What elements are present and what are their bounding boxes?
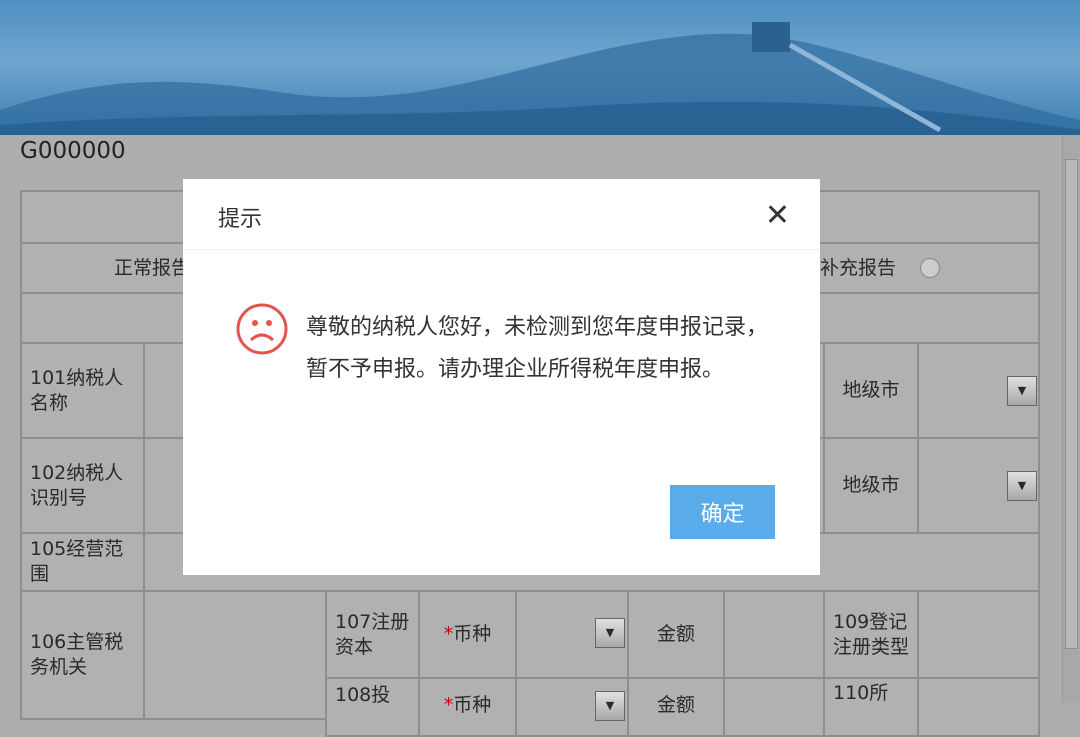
- dialog-title: 提示: [183, 179, 820, 250]
- label-101: 101纳税人名称: [20, 342, 145, 439]
- label-107: 107注册资本: [325, 590, 420, 679]
- currency-select-107[interactable]: ▼: [515, 590, 629, 679]
- amount-label-107: 金额: [627, 590, 725, 679]
- amount-input-108[interactable]: [723, 677, 825, 737]
- supplement-report-radio[interactable]: [920, 258, 940, 278]
- confirm-button[interactable]: 确定: [670, 485, 775, 539]
- label-106: 106主管税务机关: [20, 590, 145, 720]
- dialog-message: 尊敬的纳税人您好，未检测到您年度申报记录，暂不予申报。请办理企业所得税年度申报。: [306, 307, 776, 391]
- tax-authority-value: [143, 590, 327, 720]
- value-110[interactable]: [917, 677, 1040, 737]
- city-label-1: 地级市: [823, 342, 919, 439]
- great-wall-image: [0, 0, 1080, 135]
- chevron-down-icon[interactable]: ▼: [1007, 376, 1037, 406]
- currency-select-108[interactable]: ▼: [515, 677, 629, 737]
- close-icon[interactable]: ✕: [765, 201, 790, 231]
- city-label-2: 地级市: [823, 437, 919, 534]
- sad-face-icon: [235, 302, 289, 356]
- chevron-down-icon[interactable]: ▼: [595, 691, 625, 721]
- label-109: 109登记注册类型: [823, 590, 919, 679]
- registration-type-value[interactable]: [917, 590, 1040, 679]
- normal-report-label: 正常报告: [114, 256, 190, 281]
- chevron-down-icon[interactable]: ▼: [595, 618, 625, 648]
- currency-label-108: *币种: [418, 677, 517, 737]
- label-108: 108投: [325, 677, 420, 737]
- city-select-1[interactable]: ▼: [917, 342, 1040, 439]
- amount-input-107[interactable]: [723, 590, 825, 679]
- currency-label-107: *币种: [418, 590, 517, 679]
- chevron-down-icon[interactable]: ▼: [1007, 471, 1037, 501]
- scrollbar[interactable]: [1062, 135, 1080, 703]
- alert-dialog: 提示 ✕ 尊敬的纳税人您好，未检测到您年度申报记录，暂不予申报。请办理企业所得税…: [183, 179, 820, 575]
- scrollbar-thumb[interactable]: [1065, 159, 1078, 649]
- city-select-2[interactable]: ▼: [917, 437, 1040, 534]
- amount-label-108: 金额: [627, 677, 725, 737]
- label-102: 102纳税人识别号: [20, 437, 145, 534]
- label-110: 110所: [823, 677, 919, 737]
- header-banner: [0, 0, 1080, 135]
- label-105: 105经营范围: [20, 532, 145, 592]
- form-code: G000000: [20, 138, 126, 164]
- supplement-report-label: 补充报告: [820, 256, 896, 281]
